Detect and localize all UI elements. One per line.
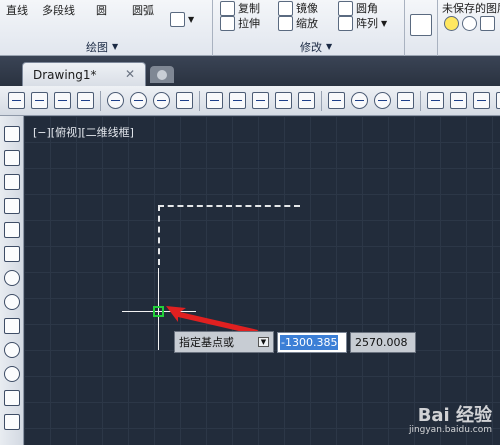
dim-update-icon[interactable] (473, 92, 490, 109)
ellipse-arc-icon[interactable] (4, 366, 20, 382)
modify-panel-title[interactable]: 修改 ▼ (300, 38, 332, 55)
lock-icon (480, 16, 495, 31)
dim-style-icon[interactable] (496, 92, 500, 109)
ordinate-dim-icon[interactable] (77, 92, 94, 109)
drawing-canvas[interactable]: [−][俯视][二维线框] 指定基点或 ▼ -1300.385 2570.008… (24, 116, 500, 445)
y-coordinate-input[interactable]: 2570.008 (350, 332, 416, 353)
options-dropdown-icon[interactable]: ▼ (258, 337, 269, 347)
plus-icon (157, 69, 167, 80)
line-label: 直线 (6, 4, 28, 17)
viewport-controls[interactable]: [−][俯视][二维线框] (33, 124, 134, 140)
layer-properties-button[interactable] (410, 14, 432, 36)
jogged-dim-icon[interactable] (130, 92, 147, 109)
construction-line-icon[interactable] (4, 150, 20, 166)
fillet-tool[interactable]: 圆角 (338, 0, 378, 16)
circle-tool[interactable]: 圆 (96, 2, 107, 18)
insert-block-icon[interactable] (4, 390, 20, 406)
arc-length-icon[interactable] (54, 92, 71, 109)
prompt-text: 指定基点或 (179, 336, 234, 349)
array-tool[interactable]: 阵列 ▼ (338, 15, 387, 31)
draw-panel-title[interactable]: 绘图 ▼ (86, 38, 118, 55)
tab-label: Drawing1* (33, 67, 97, 82)
dimension-toolbar (0, 86, 500, 116)
bulb-icon (444, 16, 459, 31)
polyline-tool[interactable]: 多段线 (42, 2, 75, 18)
tab-drawing1[interactable]: Drawing1* ✕ (22, 62, 146, 86)
jogged-linear-icon[interactable] (397, 92, 414, 109)
mirror-icon (278, 0, 293, 16)
document-tab-bar: Drawing1* ✕ (0, 56, 500, 86)
fillet-icon (338, 0, 353, 16)
dynamic-input-prompt: 指定基点或 ▼ (174, 331, 274, 353)
line-icon[interactable] (4, 126, 20, 142)
line-tool[interactable]: 直线 (6, 2, 28, 18)
layer-state-dropdown[interactable]: 未保存的图层状态 (442, 0, 500, 16)
copy-icon (220, 0, 235, 16)
copy-tool[interactable]: 复制 (220, 0, 260, 16)
baseline-dim-icon[interactable] (229, 92, 246, 109)
aligned-dim-icon[interactable] (31, 92, 48, 109)
x-coordinate-value: -1300.385 (280, 335, 339, 350)
linear-dim-icon[interactable] (8, 92, 25, 109)
rectangle-icon[interactable] (4, 222, 20, 238)
diameter-dim-icon[interactable] (153, 92, 170, 109)
new-tab-button[interactable] (150, 66, 174, 83)
x-coordinate-input[interactable]: -1300.385 (277, 332, 347, 353)
arc-tool[interactable]: 圆弧 (132, 2, 154, 18)
sun-icon (462, 16, 477, 31)
scale-icon (278, 15, 293, 31)
watermark-url: jingyan.baidu.com (408, 425, 492, 435)
layer-toggles[interactable] (444, 16, 495, 31)
point-icon[interactable] (4, 414, 20, 430)
dim-text-edit-icon[interactable] (450, 92, 467, 109)
polyline-icon[interactable] (4, 174, 20, 190)
rubber-band-vertical (158, 205, 160, 265)
ellipse-icon[interactable] (4, 342, 20, 358)
angular-dim-icon[interactable] (176, 92, 193, 109)
array-icon (338, 15, 353, 31)
quick-dim-icon[interactable] (206, 92, 223, 109)
polyline-label: 多段线 (42, 4, 75, 17)
hatch-tool[interactable]: ▼ (170, 12, 194, 27)
dim-break-icon[interactable] (298, 92, 315, 109)
center-mark-icon[interactable] (351, 92, 368, 109)
stretch-tool[interactable]: 拉伸 (220, 15, 260, 31)
mirror-tool[interactable]: 镜像 (278, 0, 318, 16)
spline-icon[interactable] (4, 318, 20, 334)
radius-dim-icon[interactable] (107, 92, 124, 109)
y-coordinate-value: 2570.008 (355, 336, 408, 349)
close-icon[interactable]: ✕ (125, 67, 135, 81)
left-draw-toolbar (0, 116, 24, 445)
watermark: Bai 经验 jingyan.baidu.com (408, 405, 492, 435)
arc-label: 圆弧 (132, 4, 154, 17)
pickbox-cursor (153, 306, 164, 317)
dim-space-icon[interactable] (275, 92, 292, 109)
polygon-icon[interactable] (4, 198, 20, 214)
inspect-icon[interactable] (374, 92, 391, 109)
hatch-icon (170, 12, 185, 27)
continue-dim-icon[interactable] (252, 92, 269, 109)
circle-label: 圆 (96, 4, 107, 17)
circle-icon[interactable] (4, 270, 20, 286)
tolerance-icon[interactable] (328, 92, 345, 109)
stretch-icon (220, 15, 235, 31)
arc-icon[interactable] (4, 246, 20, 262)
scale-tool[interactable]: 缩放 (278, 15, 318, 31)
ribbon: 直线 多段线 圆 圆弧 ▼ 绘图 ▼ 复制 镜像 圆角 拉伸 缩放 阵列 ▼ 修… (0, 0, 500, 56)
layer-icon (410, 14, 432, 36)
rubber-band-horizontal (158, 205, 300, 207)
dim-edit-icon[interactable] (427, 92, 444, 109)
revision-cloud-icon[interactable] (4, 294, 20, 310)
